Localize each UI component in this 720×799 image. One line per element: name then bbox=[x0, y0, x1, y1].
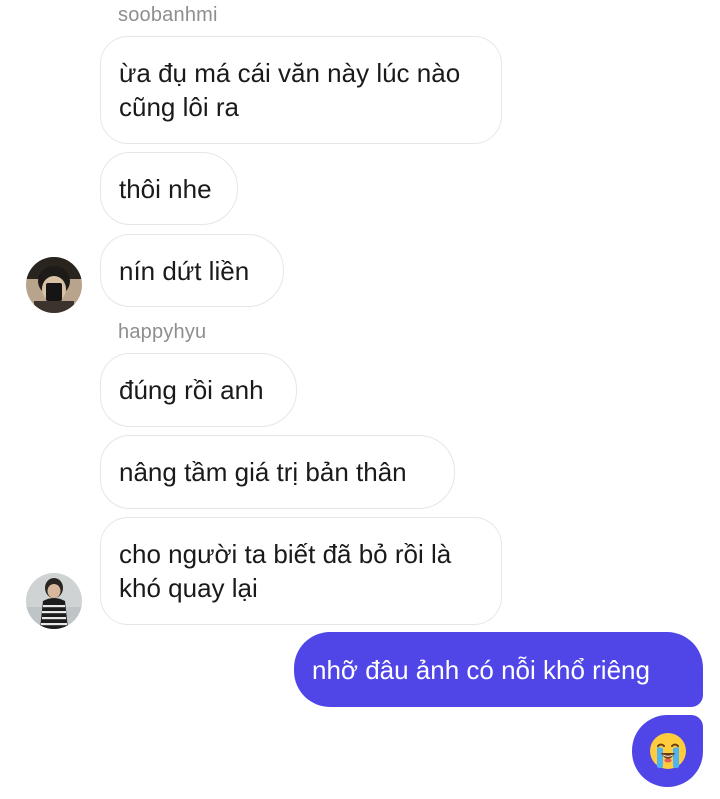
message-bubble[interactable]: ừa đụ má cái văn này lúc nào cũng lôi ra bbox=[100, 36, 502, 144]
message-bubble[interactable]: nín dứt liền bbox=[100, 234, 284, 307]
sender-name: soobanhmi bbox=[118, 4, 218, 26]
message-text: cho người ta biết đã bỏ rồi là khó quay … bbox=[119, 539, 452, 603]
chat-thread: soobanhmi ừa đụ má cái văn này lúc nào c… bbox=[0, 0, 720, 799]
message-bubble[interactable]: nâng tầm giá trị bản thân bbox=[100, 435, 455, 509]
avatar-photo bbox=[26, 573, 82, 629]
outgoing-message-bubble[interactable]: nhỡ đâu ảnh có nỗi khổ riêng bbox=[294, 632, 703, 707]
message-bubble[interactable]: cho người ta biết đã bỏ rồi là khó quay … bbox=[100, 517, 502, 625]
outgoing-emoji-bubble[interactable] bbox=[632, 715, 703, 787]
message-text: nâng tầm giá trị bản thân bbox=[119, 457, 407, 487]
message-text: ừa đụ má cái văn này lúc nào cũng lôi ra bbox=[119, 58, 461, 122]
avatar[interactable] bbox=[26, 573, 82, 629]
message-bubble[interactable]: đúng rồi anh bbox=[100, 353, 297, 427]
message-text: nhỡ đâu ảnh có nỗi khổ riêng bbox=[312, 654, 650, 685]
avatar[interactable] bbox=[26, 257, 82, 313]
message-text: nín dứt liền bbox=[119, 255, 250, 286]
message-text: thôi nhe bbox=[119, 173, 212, 204]
message-bubble[interactable]: thôi nhe bbox=[100, 152, 238, 225]
avatar-photo bbox=[26, 257, 82, 313]
message-text: đúng rồi anh bbox=[119, 375, 264, 405]
loudly-crying-face-icon bbox=[649, 733, 686, 769]
sender-name: happyhyu bbox=[118, 321, 207, 343]
